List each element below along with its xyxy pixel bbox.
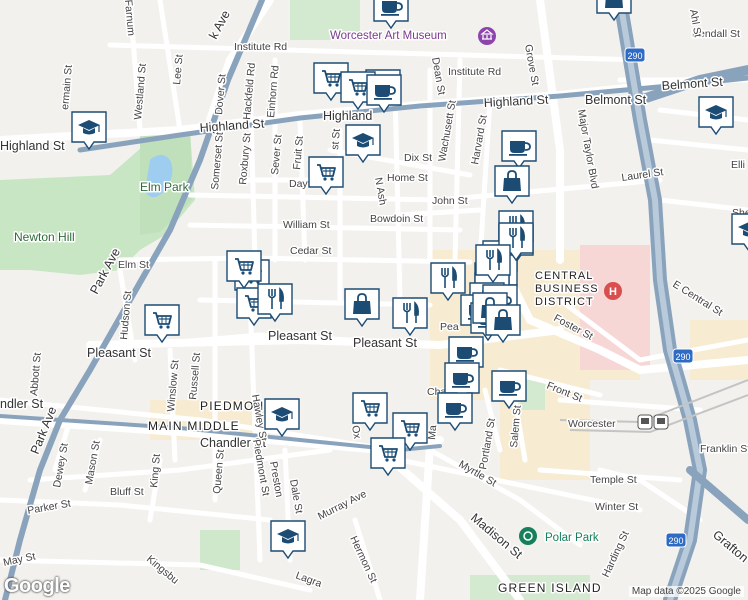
street-pleasant-st-3: Pleasant St bbox=[87, 346, 151, 360]
street-belmont-st-2: Belmont St bbox=[585, 93, 647, 107]
google-logo: Google bbox=[4, 575, 70, 597]
street-chandler-st-w: ndler St bbox=[0, 397, 44, 411]
street-bowdoin-st: Bowdoin St bbox=[370, 213, 423, 225]
street-pleasant-st-2: Pleasant St bbox=[353, 336, 417, 350]
label-cbd-3: DISTRICT bbox=[535, 296, 594, 308]
train-station-icon-2[interactable] bbox=[653, 414, 669, 430]
street-main: Ma bbox=[426, 425, 439, 441]
svg-text:H: H bbox=[609, 286, 617, 298]
street-john-st: John St bbox=[432, 195, 468, 207]
street-bluff-st: Bluff St bbox=[110, 486, 144, 498]
street-elm-st: Elm St bbox=[118, 259, 149, 271]
highway-shield-3: 290 bbox=[665, 532, 687, 548]
label-main-middle: MAIN MIDDLE bbox=[148, 419, 240, 433]
label-polar-park: Polar Park bbox=[545, 532, 599, 544]
street-william-st: William St bbox=[283, 219, 330, 231]
label-green-island: GREEN ISLAND bbox=[498, 581, 602, 595]
hospital-icon[interactable]: H bbox=[604, 282, 622, 300]
svg-text:290: 290 bbox=[668, 536, 683, 546]
street-home-st: Home St bbox=[387, 172, 428, 184]
street-highland-st-2: Highland St bbox=[0, 139, 65, 153]
street-highland-4: Highland bbox=[323, 109, 372, 123]
museum-icon[interactable] bbox=[478, 27, 496, 45]
street-dix-st: Dix St bbox=[404, 152, 432, 164]
map-attribution[interactable]: Map data ©2025 Google bbox=[628, 586, 744, 597]
label-cbd-2: BUSINESS bbox=[535, 283, 599, 295]
label-cbd-1: CENTRAL bbox=[535, 270, 593, 282]
highway-shield-1: 290 bbox=[624, 47, 646, 63]
street-institute-rd-w: Institute Rd bbox=[234, 41, 287, 53]
street-pearl: Pea bbox=[440, 321, 459, 333]
street-cedar-st: Cedar St bbox=[290, 245, 332, 257]
label-newton-hill: Newton Hill bbox=[14, 230, 75, 244]
svg-text:290: 290 bbox=[675, 352, 690, 362]
svg-text:290: 290 bbox=[627, 51, 642, 61]
train-station-icon[interactable] bbox=[637, 414, 653, 430]
street-winter-st: Winter St bbox=[595, 501, 638, 513]
label-elm-park: Elm Park bbox=[140, 180, 190, 194]
street-temple-st: Temple St bbox=[590, 474, 637, 486]
street-franklin-st: Franklin St bbox=[700, 443, 748, 455]
street-first: st St bbox=[329, 128, 343, 150]
label-art-museum: Worcester Art Museum bbox=[330, 30, 447, 42]
street-institute-rd-e: Institute Rd bbox=[448, 66, 501, 78]
street-pleasant-st: Pleasant St bbox=[268, 329, 332, 343]
highway-shield-2: 290 bbox=[672, 348, 694, 364]
label-worcester-station: Worcester bbox=[568, 418, 616, 430]
map-canvas[interactable]: 290 290 290 H CENTRAL BUSINESS DISTRICT … bbox=[0, 0, 748, 600]
stadium-icon[interactable] bbox=[519, 527, 537, 545]
street-elli: Elli bbox=[731, 159, 745, 171]
